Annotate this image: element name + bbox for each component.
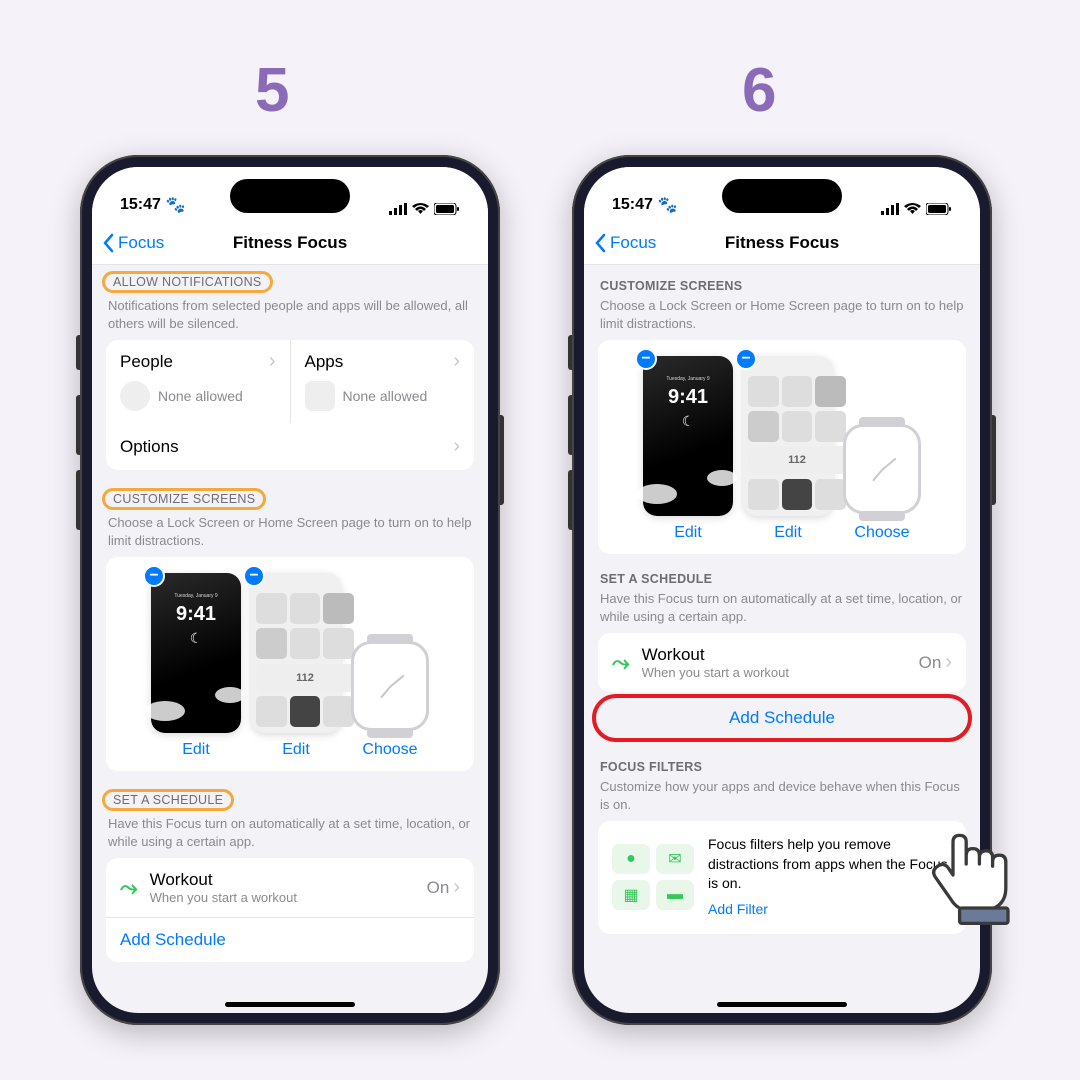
remove-icon[interactable]: − <box>243 565 265 587</box>
edit-button[interactable]: Edit <box>251 741 341 759</box>
watch-icon <box>351 641 429 731</box>
remove-icon[interactable]: − <box>735 348 757 370</box>
add-filter-button[interactable]: Add Filter <box>708 900 952 920</box>
edit-button[interactable]: Edit <box>743 524 833 542</box>
step-number-6: 6 <box>742 55 776 126</box>
people-cell[interactable]: People› None allowed <box>106 340 291 423</box>
phone-mockup-5: 15:47🐾 Focus Fitness Focus ALLOW NOTIFIC… <box>80 155 500 1025</box>
chevron-right-icon: › <box>453 350 460 373</box>
home-indicator[interactable] <box>717 1002 847 1007</box>
remove-icon[interactable]: − <box>635 348 657 370</box>
back-button[interactable]: Focus <box>92 233 164 253</box>
status-icons <box>389 203 460 215</box>
wifi-icon <box>412 203 429 215</box>
mail-icon: ✉ <box>656 844 694 874</box>
highlight-oval: ALLOW NOTIFICATIONS <box>102 271 273 293</box>
lock-screen-thumb[interactable]: Tuesday, January 9 9:41 ☾ − Edit <box>151 573 241 759</box>
customize-screens-header: CUSTOMIZE SCREENS <box>584 261 980 295</box>
apps-cell[interactable]: Apps› None allowed <box>291 340 475 423</box>
messages-icon: ● <box>612 844 650 874</box>
home-screen-thumb[interactable]: 112 − Edit <box>251 573 341 759</box>
screens-card: Tuesday, January 9 9:41 ☾ − Edit 112 <box>106 557 474 771</box>
chevron-right-icon: › <box>453 435 460 458</box>
calendar-icon: ▦ <box>612 880 650 910</box>
back-button[interactable]: Focus <box>584 233 656 253</box>
add-schedule-button[interactable]: Add Schedule <box>596 698 968 738</box>
choose-button[interactable]: Choose <box>351 741 429 759</box>
watch-thumb[interactable]: Choose <box>351 641 429 759</box>
workout-row[interactable]: ⤳ WorkoutWhen you start a workout On› <box>106 858 474 917</box>
lock-screen-thumb[interactable]: Tuesday, January 9 9:41 ☾ − Edit <box>643 356 733 542</box>
cellular-icon <box>389 203 407 215</box>
chevron-right-icon: › <box>945 651 952 674</box>
remove-icon[interactable]: − <box>143 565 165 587</box>
highlight-oval: SET A SCHEDULE <box>102 789 234 811</box>
add-schedule-button[interactable]: Add Schedule <box>106 917 474 962</box>
step-number-5: 5 <box>255 55 289 126</box>
chevron-right-icon: › <box>269 350 276 373</box>
battery-icon: ▬ <box>656 880 694 910</box>
choose-button[interactable]: Choose <box>843 524 921 542</box>
customize-screens-header: CUSTOMIZE SCREENS <box>92 470 488 512</box>
chevron-right-icon: › <box>453 876 460 899</box>
avatar-placeholder <box>120 381 150 411</box>
app-placeholder <box>305 381 335 411</box>
status-icons <box>881 203 952 215</box>
set-schedule-header: SET A SCHEDULE <box>92 771 488 813</box>
set-schedule-desc: Have this Focus turn on automatically at… <box>92 813 488 858</box>
edit-button[interactable]: Edit <box>643 524 733 542</box>
dynamic-island <box>722 179 842 213</box>
nav-bar: Focus Fitness Focus <box>92 221 488 265</box>
home-indicator[interactable] <box>225 1002 355 1007</box>
filter-icons: ● ✉ ▦ ▬ <box>612 844 694 910</box>
filter-body: Focus filters help you remove distractio… <box>708 836 948 891</box>
running-icon: ⤳ <box>120 875 138 901</box>
customize-screens-desc: Choose a Lock Screen or Home Screen page… <box>92 512 488 557</box>
battery-icon <box>434 203 460 215</box>
running-icon: ⤳ <box>612 650 630 676</box>
workout-row[interactable]: ⤳ WorkoutWhen you start a workout On› <box>598 633 966 692</box>
highlight-oval: CUSTOMIZE SCREENS <box>102 488 266 510</box>
allow-notifications-desc: Notifications from selected people and a… <box>92 295 488 340</box>
chevron-left-icon <box>102 233 114 253</box>
edit-button[interactable]: Edit <box>151 741 241 759</box>
home-screen-thumb[interactable]: 112 − Edit <box>743 356 833 542</box>
dynamic-island <box>230 179 350 213</box>
focus-filters-header: FOCUS FILTERS <box>584 742 980 776</box>
nav-bar: Focus Fitness Focus <box>584 221 980 265</box>
watch-icon <box>843 424 921 514</box>
screens-card: Tuesday, January 9 9:41 ☾ − Edit 112 <box>598 340 966 554</box>
options-row[interactable]: Options› <box>106 423 474 470</box>
paw-icon: 🐾 <box>166 195 186 215</box>
add-schedule-callout: Add Schedule <box>592 694 972 742</box>
watch-thumb[interactable]: Choose <box>843 424 921 542</box>
set-schedule-header: SET A SCHEDULE <box>584 554 980 588</box>
focus-filters-desc: Customize how your apps and device behav… <box>584 776 980 821</box>
focus-filters-card[interactable]: ● ✉ ▦ ▬ Focus filters help you remove di… <box>598 821 966 933</box>
paw-icon: 🐾 <box>658 195 678 215</box>
pointer-hand-icon <box>920 820 1030 930</box>
set-schedule-desc: Have this Focus turn on automatically at… <box>584 588 980 633</box>
customize-screens-desc: Choose a Lock Screen or Home Screen page… <box>584 295 980 340</box>
